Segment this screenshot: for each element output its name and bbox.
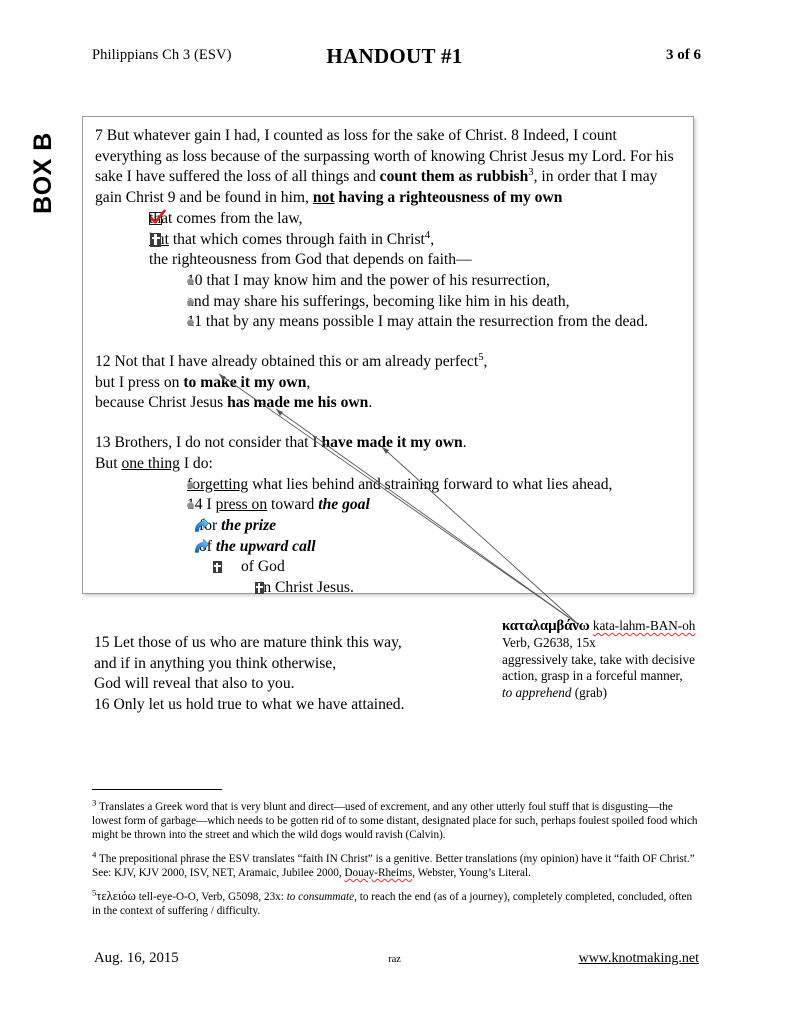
page-number: 3 of 6 [666, 47, 701, 63]
of-god-text: of God [241, 558, 285, 576]
footnote-5-text-a: tell-eye-O-O, Verb, G5098, 23x: [135, 891, 287, 904]
bible-cross-icon [213, 561, 222, 574]
greek-word: καταλαμβάνω [502, 618, 590, 634]
closing-line: 15 Let those of us who are mature think … [94, 634, 402, 651]
verse-14-mid: toward [267, 496, 319, 514]
of-god-line: of God [95, 557, 681, 578]
footnote-5-greek: τελειόω [96, 889, 136, 904]
bullet-text: 11 that by any means possible I may atta… [187, 313, 649, 331]
footnote-5-italic: to consummate [286, 891, 355, 904]
verse-7-9-paragraph: 7 But whatever gain I had, I counted as … [95, 126, 681, 209]
verse-13-line-1: 13 Brothers, I do not consider that I ha… [95, 433, 681, 454]
bible-cross-icon [150, 232, 161, 247]
bullet-dot-icon [187, 277, 194, 285]
bible-cross-icon [255, 582, 264, 595]
but-text: But [95, 454, 122, 472]
rubbish-phrase: count them as rubbish [379, 168, 529, 186]
the-goal-emphasis: the goal [318, 496, 370, 514]
upward-call-line: of the upward call [95, 537, 681, 558]
douay-rheims-spellcheck: Douay-Rheims [344, 866, 413, 879]
greek-gloss-tail: (grab) [571, 685, 607, 701]
footnote-5: 5τελειόω tell-eye-O-O, Verb, G5098, 23x:… [92, 888, 700, 918]
bullet-dot-icon [187, 298, 194, 306]
verse-13-line-2: But one thing I do: [95, 454, 681, 475]
press-on-text: but I press on [95, 373, 184, 391]
page-footer: Aug. 16, 2015 raz www.knotmaking.net [0, 950, 789, 974]
blue-curved-arrow-icon [193, 517, 210, 534]
greek-pronunciation: kata-lahm-BAN-oh [592, 618, 696, 633]
righteousness-phrase: having a righteousness of my own [334, 189, 563, 207]
footer-website-link[interactable]: www.knotmaking.net [579, 951, 699, 967]
greek-grammar: Verb, G2638, 15x [502, 634, 596, 650]
faith-line: but that which comes through faith in Ch… [95, 230, 681, 251]
has-made-me-his-own-phrase: has made me his own [227, 394, 369, 412]
footnote-separator [92, 789, 222, 790]
footnote-3-text: Translates a Greek word that is very blu… [92, 801, 698, 842]
press-on-emphasis: press on [215, 496, 268, 514]
bullet-item: and may share his sufferings, becoming l… [95, 292, 681, 313]
forgetting-rest: what lies behind and straining forward t… [248, 475, 613, 493]
annotation-headword-row: καταλαμβάνω kata-lahm-BAN-oh [502, 618, 772, 635]
the-prize-emphasis: the prize [221, 516, 277, 534]
bullet-text: and may share his sufferings, becoming l… [187, 292, 570, 310]
verse-12-line2-comma: , [306, 373, 311, 391]
footnotes-section: 3 Translates a Greek word that is very b… [92, 798, 700, 927]
bullet-dot-icon [187, 481, 194, 489]
blue-curved-arrow-icon [193, 538, 210, 555]
bullet-item: 10 that I may know him and the power of … [95, 271, 681, 292]
greek-gloss-line-3: to apprehend (grab) [502, 685, 772, 702]
page-header: Philippians Ch 3 (ESV) HANDOUT #1 3 of 6 [0, 44, 789, 78]
one-thing-emphasis: one thing [121, 454, 180, 472]
not-emphasis: not [312, 189, 335, 207]
because-christ-text: because Christ Jesus [95, 394, 228, 412]
faith-line-comma: , [430, 230, 435, 248]
bullet-item: 11 that by any means possible I may atta… [95, 312, 681, 333]
the-upward-call-emphasis: the upward call [215, 537, 316, 555]
in-christ-jesus-line: in Christ Jesus. [95, 578, 681, 599]
verse-12-line-1: 12 Not that I have already obtained this… [95, 352, 681, 373]
in-christ-jesus-text: in Christ Jesus. [259, 579, 354, 597]
make-it-my-own-phrase: to make it my own [183, 373, 307, 391]
closing-line: and if in anything you think otherwise, [94, 654, 337, 672]
footnote-4-text-b: , Webster, Young’s Literal. [412, 866, 531, 879]
checkbox-checked-icon [149, 209, 166, 225]
verse-12-text-a: 12 Not that I have already obtained this… [95, 353, 479, 371]
faith-line-text: that which comes through faith in Christ [168, 230, 425, 248]
scripture-box: 7 But whatever gain I had, I counted as … [82, 116, 694, 596]
verse-13-period: . [462, 434, 467, 452]
law-line-text: that comes from the law, [149, 209, 303, 227]
righteousness-line: the righteousness from God that depends … [149, 251, 472, 269]
box-b-label: BOX B [29, 132, 57, 214]
greek-gloss-italic: to apprehend [502, 685, 572, 701]
greek-gloss-line-2: action, grasp in a forceful manner, [502, 668, 683, 684]
verse-12-line-2: but I press on to make it my own, [95, 373, 681, 394]
greek-word-annotation: καταλαμβάνω kata-lahm-BAN-oh Verb, G2638… [502, 618, 772, 702]
law-line: that comes from the law, [95, 209, 681, 230]
verse-13-text-a: 13 Brothers, I do not consider that I [95, 434, 322, 452]
forgetting-emphasis: forgetting [187, 475, 249, 493]
verse-14-line: 14 I press on toward the goal [95, 495, 681, 516]
bullet-item: forgetting what lies behind and strainin… [95, 475, 681, 496]
have-made-it-my-own-phrase: have made it my own [321, 434, 463, 452]
verse-12-comma: , [483, 353, 488, 371]
closing-line: God will reveal that also to you. [94, 675, 295, 693]
verse-12-line3-period: . [368, 394, 373, 412]
prize-line: for the prize [95, 516, 681, 537]
bullet-text: 10 that I may know him and the power of … [187, 271, 550, 289]
verse-12-line-3: because Christ Jesus has made me his own… [95, 393, 681, 414]
footnote-3: 3 Translates a Greek word that is very b… [92, 798, 700, 843]
greek-gloss-line-1: aggressively take, take with decisive [502, 651, 695, 667]
i-do-text: I do: [179, 454, 213, 472]
verses-15-16-block: 15 Let those of us who are mature think … [94, 633, 405, 716]
closing-line: 16 Only let us hold true to what we have… [94, 696, 405, 714]
footnote-4: 4 The prepositional phrase the ESV trans… [92, 850, 700, 880]
